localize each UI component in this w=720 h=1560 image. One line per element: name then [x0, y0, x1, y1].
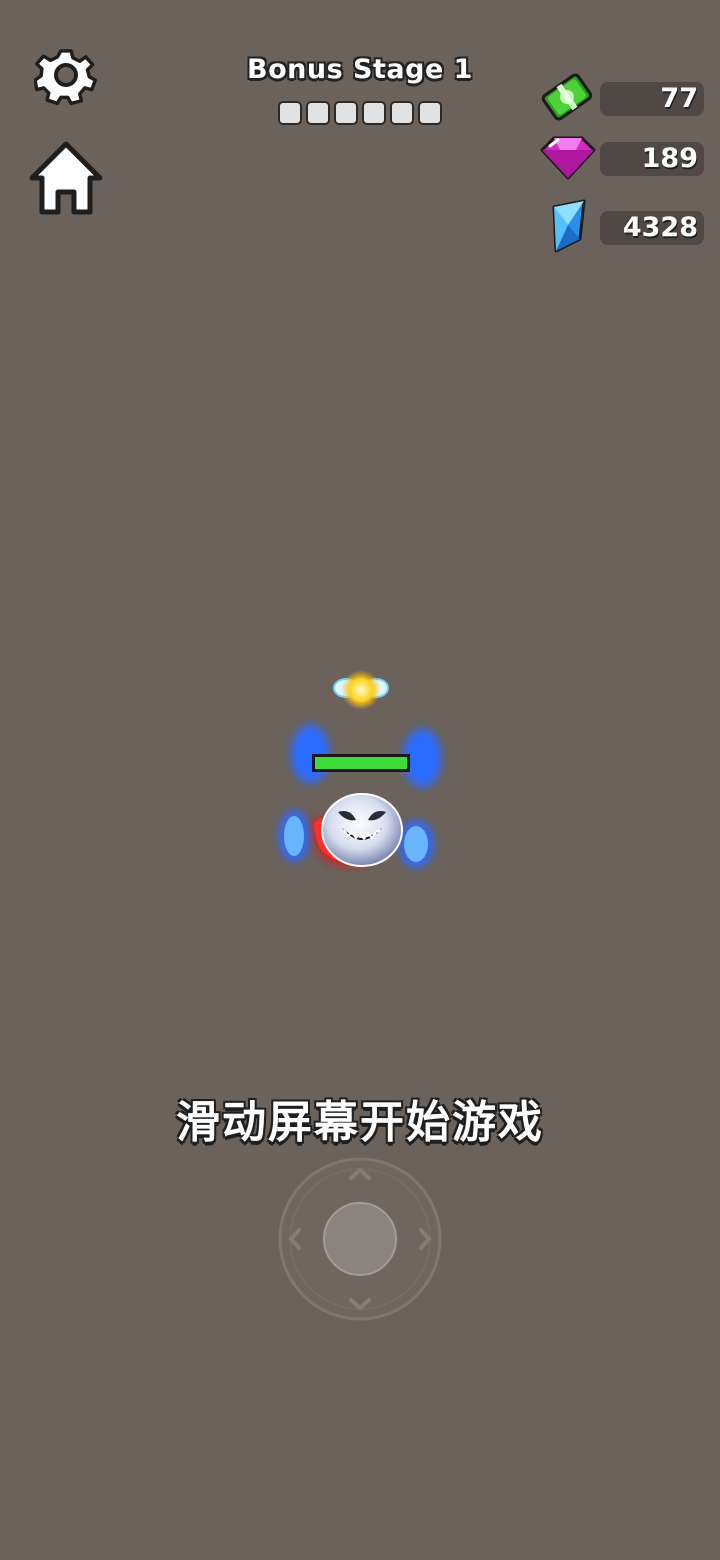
- pink-gem-icon: [540, 136, 596, 180]
- joystick-icon: [278, 1157, 442, 1321]
- blue-crystal-icon: [552, 199, 586, 253]
- stage-progress-pip: [390, 101, 414, 125]
- cash-counter: 77: [541, 73, 704, 121]
- stage-progress-pip: [362, 101, 386, 125]
- stage-progress-pip: [418, 101, 442, 125]
- stage-title: Bonus Stage 1: [247, 54, 473, 85]
- home-button[interactable]: [28, 140, 104, 216]
- home-icon: [29, 141, 103, 215]
- cash-icon: [541, 73, 593, 121]
- virtual-joystick[interactable]: [277, 1156, 443, 1322]
- swipe-to-start-hint: 滑动屏幕开始游戏: [176, 1097, 544, 1148]
- player-character: [278, 670, 442, 868]
- winged-orb-icon: [333, 670, 389, 710]
- stage-progress-pip: [278, 101, 302, 125]
- pink-gem-value: 189: [641, 143, 698, 174]
- pink-gem-counter: 189: [540, 136, 704, 180]
- stage-progress: [278, 101, 444, 126]
- gear-icon: [33, 49, 97, 106]
- joystick-knob: [323, 1202, 397, 1276]
- blue-crystal-value: 4328: [622, 212, 698, 243]
- stage-progress-pip: [306, 101, 330, 125]
- settings-button[interactable]: [33, 42, 98, 108]
- blue-crystal-counter: 4328: [550, 199, 704, 253]
- cash-value: 77: [660, 83, 698, 114]
- stage-progress-pip: [334, 101, 358, 125]
- player-health-bar: [312, 754, 410, 772]
